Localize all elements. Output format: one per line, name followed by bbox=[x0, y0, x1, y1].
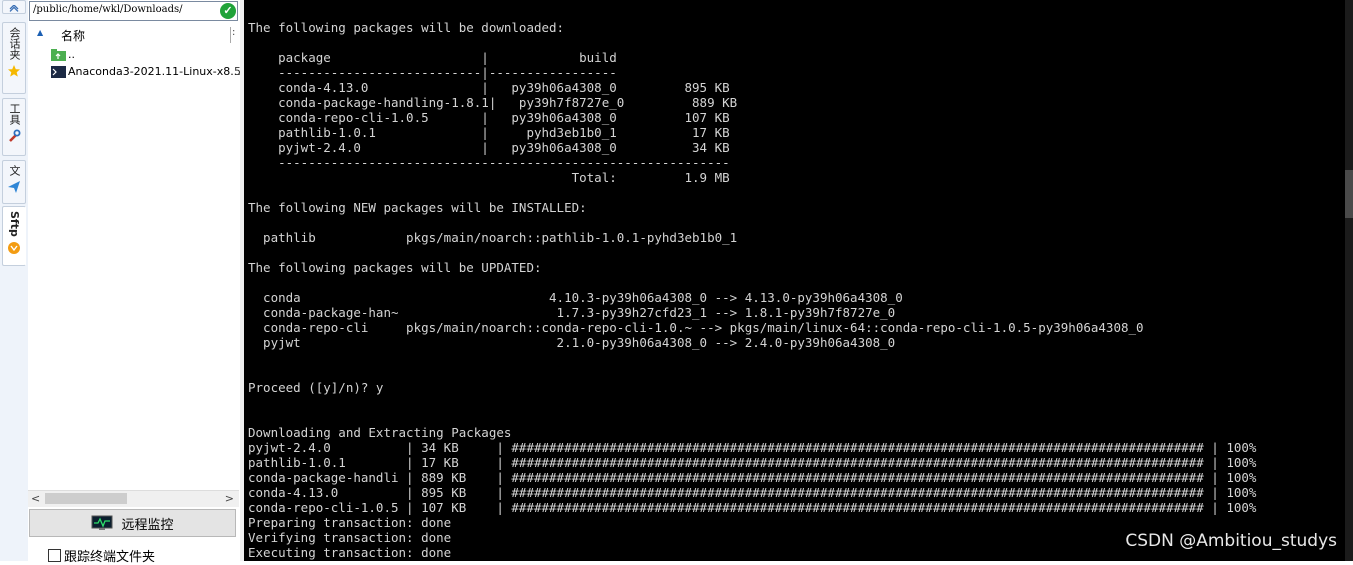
column-name-header[interactable]: 名称 bbox=[61, 27, 85, 44]
terminal-line: pathlib-1.0.1 | pyhd3eb1b0_1 17 KB bbox=[248, 125, 730, 140]
path-text: /public/home/wkl/Downloads/ bbox=[33, 4, 183, 15]
follow-checkbox[interactable] bbox=[48, 549, 61, 562]
terminal-line: conda 4.10.3-py39h06a4308_0 --> 4.13.0-p… bbox=[248, 290, 903, 305]
terminal-line: ---------------------------|------------… bbox=[248, 65, 617, 80]
terminal-line: pyjwt 2.1.0-py39h06a4308_0 --> 2.4.0-py3… bbox=[248, 335, 896, 350]
tab-tools[interactable]: 工具 bbox=[2, 98, 26, 156]
terminal-line: The following packages will be downloade… bbox=[248, 20, 565, 35]
terminal-scrollbar[interactable] bbox=[1345, 0, 1353, 561]
path-input[interactable]: /public/home/wkl/Downloads/ ✓ bbox=[29, 1, 238, 21]
terminal-line: The following NEW packages will be INSTA… bbox=[248, 200, 587, 215]
tab-sftp-label: Sftp bbox=[8, 211, 21, 237]
terminal-line: conda-package-handli | 889 KB | ########… bbox=[248, 470, 1257, 485]
terminal-text: The following packages will be downloade… bbox=[248, 20, 1256, 560]
terminal-line: conda-package-handling-1.8.1| py39h7f872… bbox=[248, 95, 738, 110]
terminal-file-icon bbox=[51, 66, 66, 78]
terminal-scroll-thumb[interactable] bbox=[1345, 170, 1353, 218]
tab-sftp[interactable]: Sftp bbox=[2, 206, 26, 266]
terminal-line: Proceed ([y]/n)? y bbox=[248, 380, 384, 395]
tab-sessions[interactable]: 会话夹 bbox=[2, 22, 26, 94]
terminal-line: conda-4.13.0 | 895 KB | ################… bbox=[248, 485, 1257, 500]
tab-file[interactable]: 文 bbox=[2, 160, 26, 204]
terminal-line: Verifying transaction: done bbox=[248, 530, 452, 545]
monitor-icon bbox=[91, 515, 113, 530]
terminal-line: conda-4.13.0 | py39h06a4308_0 895 KB bbox=[248, 80, 730, 95]
file-name: .. bbox=[68, 48, 75, 61]
terminal-output[interactable]: The following packages will be downloade… bbox=[244, 0, 1353, 561]
file-list-header: ▲ 名称 : bbox=[28, 26, 238, 44]
send-icon bbox=[8, 181, 20, 193]
sort-ascending-icon[interactable]: ▲ bbox=[37, 28, 43, 37]
tab-tools-label: 工具 bbox=[8, 103, 21, 125]
file-row-parent[interactable]: .. bbox=[48, 48, 240, 63]
wrench-icon bbox=[9, 129, 21, 142]
horizontal-scrollbar[interactable]: < > bbox=[28, 490, 239, 507]
follow-terminal-folder[interactable]: 跟踪终端文件夹 bbox=[48, 546, 155, 565]
terminal-line: Downloading and Extracting Packages bbox=[248, 425, 512, 440]
scroll-left-icon[interactable]: < bbox=[31, 492, 40, 505]
collapse-tab[interactable] bbox=[2, 0, 26, 14]
column-divider[interactable]: : bbox=[230, 27, 240, 43]
double-chevron-icon bbox=[9, 5, 19, 12]
follow-label: 跟踪终端文件夹 bbox=[64, 550, 156, 565]
checkmark-icon[interactable]: ✓ bbox=[220, 3, 236, 19]
terminal-line: pyjwt-2.4.0 | 34 KB | ##################… bbox=[248, 440, 1257, 455]
terminal-line: Total: 1.9 MB bbox=[248, 170, 730, 185]
terminal-line: package | build bbox=[248, 50, 617, 65]
terminal-line: ----------------------------------------… bbox=[248, 155, 730, 170]
terminal-line: Executing transaction: done bbox=[248, 545, 452, 560]
remote-monitor-button[interactable]: 远程监控 bbox=[29, 509, 236, 537]
scroll-thumb[interactable] bbox=[45, 493, 127, 504]
terminal-line: The following packages will be UPDATED: bbox=[248, 260, 542, 275]
tab-sessions-label: 会话夹 bbox=[8, 27, 21, 60]
terminal-line: conda-package-han~ 1.7.3-py39h27cfd23_1 … bbox=[248, 305, 896, 320]
terminal-line: pyjwt-2.4.0 | py39h06a4308_0 34 KB bbox=[248, 140, 730, 155]
terminal-line: pathlib pkgs/main/noarch::pathlib-1.0.1-… bbox=[248, 230, 738, 245]
terminal-line: conda-repo-cli pkgs/main/noarch::conda-r… bbox=[248, 320, 1144, 335]
terminal-line: Preparing transaction: done bbox=[248, 515, 452, 530]
scroll-right-icon[interactable]: > bbox=[225, 492, 234, 505]
remote-monitor-label: 远程监控 bbox=[121, 517, 174, 533]
terminal-line: conda-repo-cli-1.0.5 | 107 KB | ########… bbox=[248, 500, 1257, 515]
watermark: CSDN @Ambitiou_studys bbox=[1125, 531, 1337, 551]
vertical-tab-strip: 会话夹 工具 文 Sftp bbox=[0, 0, 29, 561]
folder-up-icon bbox=[51, 49, 66, 61]
terminal-line: pathlib-1.0.1 | 17 KB | ################… bbox=[248, 455, 1257, 470]
file-row-anaconda[interactable]: Anaconda3-2021.11-Linux-x8... 5 bbox=[48, 65, 240, 80]
terminal-line: conda-repo-cli-1.0.5 | py39h06a4308_0 10… bbox=[248, 110, 730, 125]
sftp-file-panel: /public/home/wkl/Downloads/ ✓ ▲ 名称 : .. … bbox=[28, 0, 240, 565]
file-name: Anaconda3-2021.11-Linux-x8... bbox=[68, 65, 240, 78]
sftp-icon bbox=[8, 241, 20, 254]
star-icon bbox=[8, 65, 20, 77]
tab-file-label: 文 bbox=[8, 165, 21, 176]
